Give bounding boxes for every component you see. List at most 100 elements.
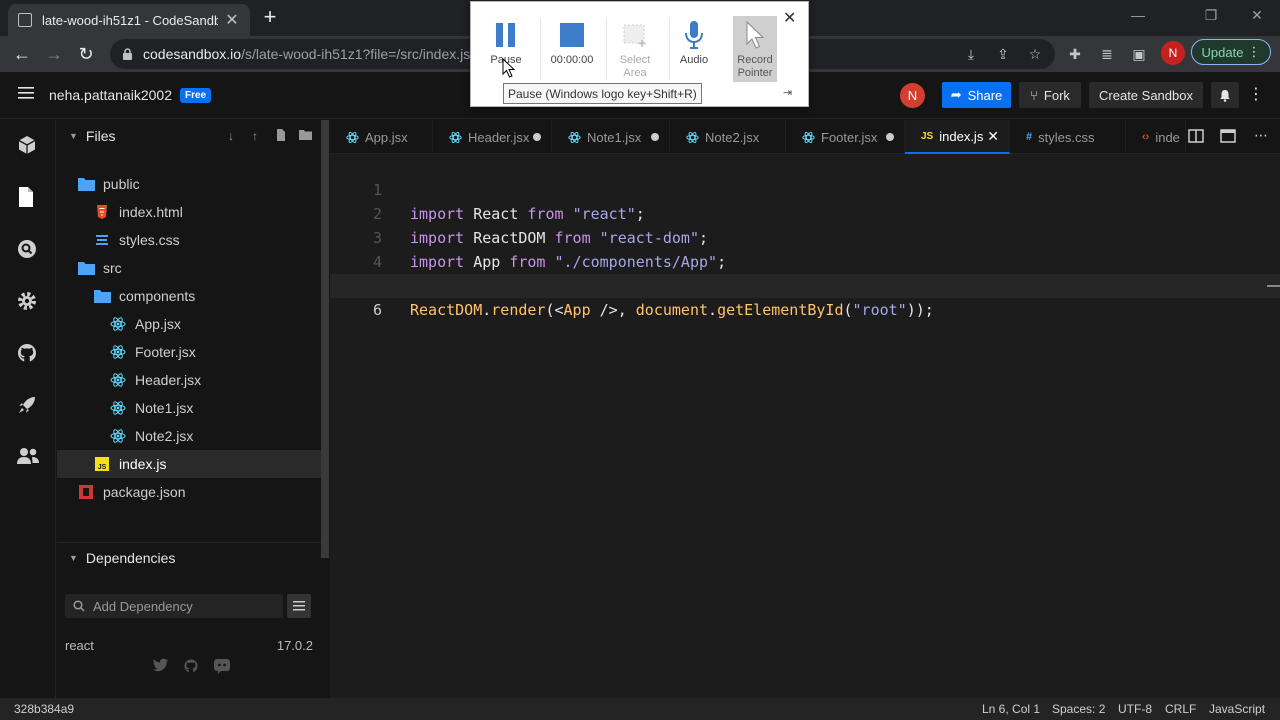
notifications-bell-icon[interactable] [1211,82,1239,108]
tree-file[interactable]: App.jsx [57,310,321,338]
code-line[interactable]: 4 [330,226,1280,271]
dependency-name: react [65,638,94,653]
editor-tab[interactable]: JS index.js ✕ [905,120,1010,154]
hamburger-menu-icon[interactable] [18,86,34,100]
tree-folder[interactable]: components [57,282,321,310]
code-line[interactable]: 3 import App from "./components/App"; [330,202,1280,271]
extensions-puzzle-icon[interactable]: ✚ [1064,43,1086,65]
chrome-update-button[interactable]: Update ⋮ [1191,39,1271,65]
share-button[interactable]: ➦ Share [942,82,1011,108]
tree-folder[interactable]: public [57,170,321,198]
editor-tab-label: styles.css [1038,129,1095,145]
share-page-icon[interactable]: ⇪ [992,43,1014,65]
split-editor-icon[interactable] [1188,129,1206,145]
live-collaboration-users-icon[interactable] [16,446,40,470]
tree-file[interactable]: Footer.jsx [57,338,321,366]
editor-more-icon[interactable]: ⋯ [1254,127,1272,143]
cursor-position[interactable]: Ln 6, Col 1 [982,702,1040,716]
browser-tab[interactable]: late-wood-ih51z1 - CodeSandbo ✕ [8,4,250,36]
bookmark-star-icon[interactable]: ☆ [1024,43,1046,65]
editor-tab[interactable]: # styles.css [1010,120,1126,154]
close-window-button[interactable]: ✕ [1243,4,1271,26]
more-options-icon[interactable]: ⋮ [1248,84,1264,104]
tree-file[interactable]: Note1.jsx [57,394,321,422]
reload-icon[interactable]: ↻ [74,42,98,66]
update-label: Update [1201,44,1244,60]
indentation-setting[interactable]: Spaces: 2 [1052,702,1105,716]
fork-label: Fork [1043,87,1070,103]
code-area[interactable]: 1 import React from "react"; 2 import Re… [330,154,1280,698]
line-ending[interactable]: CRLF [1165,702,1196,716]
code-line-current[interactable]: 6 [330,274,1280,319]
editor-tab-label: Footer.jsx [821,129,878,145]
record-pointer-toggle-button[interactable]: Record Pointer [733,16,777,82]
stop-recording-button[interactable]: 00:00:00 [541,16,603,82]
media-queue-icon[interactable]: ≣ [1096,43,1118,65]
sidebar-scrollbar[interactable] [321,120,329,558]
dependency-version: 17.0.2 [276,638,313,653]
close-tab-icon[interactable]: ✕ [987,128,999,145]
code-line[interactable]: 2 import ReactDOM from "react-dom"; [330,178,1280,247]
toggle-preview-icon[interactable] [1220,129,1238,145]
twitter-icon[interactable] [153,658,169,674]
tree-file[interactable]: styles.css [57,226,321,254]
tree-file[interactable]: index.html [57,198,321,226]
settings-gear-icon[interactable] [16,290,40,314]
code-line[interactable]: 1 import React from "react"; [330,154,1280,223]
tree-folder[interactable]: src [57,254,321,282]
tree-file[interactable]: Header.jsx [57,366,321,394]
new-folder-icon[interactable] [299,129,312,140]
editor-tab[interactable]: Note1.jsx [552,120,670,154]
dependency-list-menu-icon[interactable] [287,594,311,618]
tree-file[interactable]: JS index.js [57,450,321,478]
chrome-profile-avatar[interactable]: N [1161,41,1185,65]
commit-hash[interactable]: 328b384a9 [14,702,74,716]
dependency-row[interactable]: react 17.0.2 [65,638,313,656]
restore-window-button[interactable]: ❐ [1197,4,1225,26]
record-pointer-label-line1: Record [737,54,773,66]
user-avatar[interactable]: N [900,83,925,108]
add-dependency-input[interactable]: Add Dependency [65,594,283,618]
sandbox-info-cube-icon[interactable] [16,134,40,158]
new-tab-button[interactable]: + [258,6,282,30]
editor-tab[interactable]: ‹› inde [1126,120,1186,154]
fork-button[interactable]: ⑂ Fork [1019,82,1081,108]
github-icon[interactable] [16,342,40,366]
file-encoding[interactable]: UTF-8 [1118,702,1152,716]
editor-tab[interactable]: Footer.jsx [786,120,905,154]
workspace-username[interactable]: neha.pattanaik2002 [49,87,172,103]
select-area-button[interactable]: Select Area [604,16,666,82]
unsaved-dot-icon[interactable] [533,133,541,141]
editor-tab[interactable]: Note2.jsx [670,120,786,154]
github-icon[interactable] [183,658,199,674]
file-explorer-icon[interactable] [16,186,40,210]
editor-tab[interactable]: Header.jsx [433,120,552,154]
unsaved-dot-icon[interactable] [651,133,659,141]
create-sandbox-button[interactable]: Create Sandbox [1089,82,1203,108]
minimize-window-button[interactable]: — [1124,4,1152,26]
upload-arrow-icon[interactable]: ↑ [252,129,258,143]
new-file-icon[interactable] [276,129,286,141]
install-app-icon[interactable]: ⤓ [960,43,982,65]
close-tab-icon[interactable]: ✕ [224,10,240,30]
dependencies-section-header[interactable]: ▼ Dependencies [57,542,321,572]
side-panel-icon[interactable]: ▣ [1128,43,1150,65]
code-line[interactable]: 5 ReactDOM.render(<App />, document.getE… [330,250,1280,319]
back-arrow-icon[interactable]: ← [10,42,34,66]
react-file-icon [568,131,581,144]
forward-arrow-icon[interactable]: → [42,42,66,66]
language-mode[interactable]: JavaScript [1209,702,1265,716]
recording-timer: 00:00:00 [550,54,594,66]
tree-file[interactable]: package.json [57,478,321,506]
unsaved-dot-icon[interactable] [886,133,894,141]
collapse-down-arrow-icon[interactable]: ↓ [228,129,234,143]
pin-toolbar-icon[interactable]: ⇥ [783,86,792,99]
tree-file[interactable]: Note2.jsx [57,422,321,450]
deploy-rocket-icon[interactable] [16,394,40,418]
audio-toggle-button[interactable]: Audio [663,16,725,82]
close-recorder-icon[interactable]: ✕ [783,8,796,28]
editor-tab[interactable]: App.jsx [330,120,433,154]
discord-icon[interactable] [213,658,231,674]
search-icon[interactable] [16,238,40,262]
activity-bar [0,120,56,698]
